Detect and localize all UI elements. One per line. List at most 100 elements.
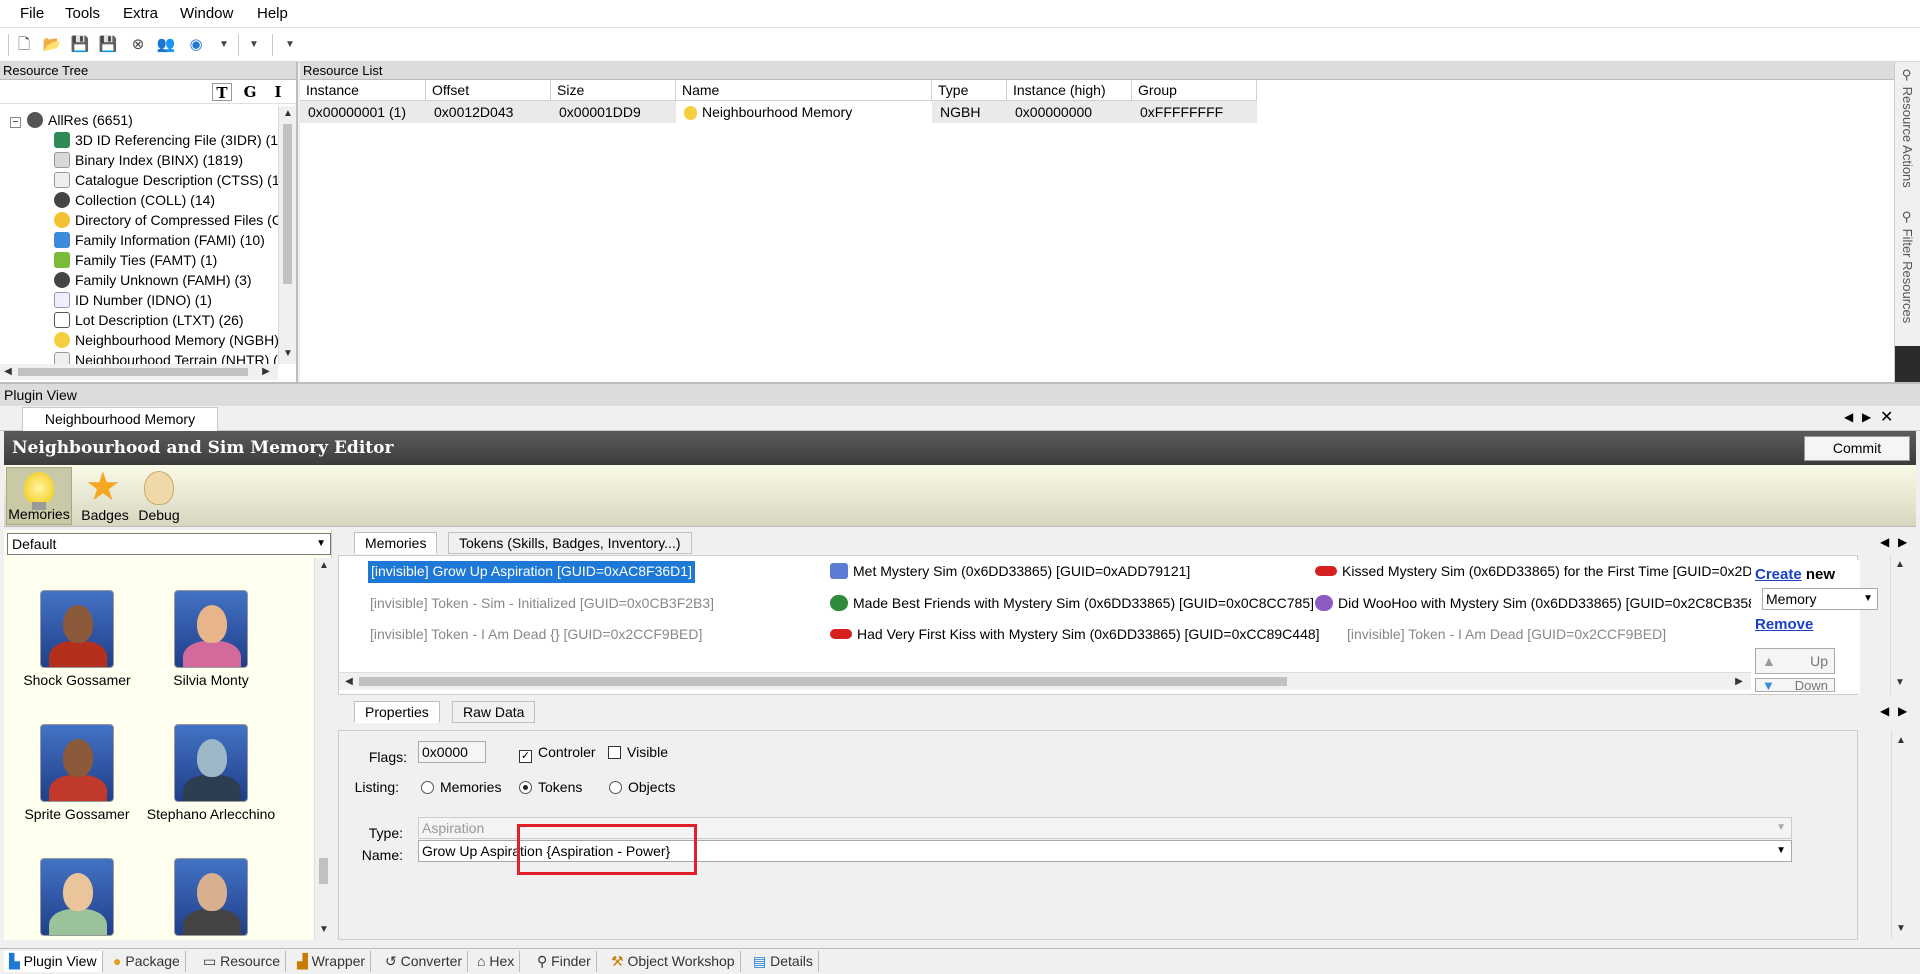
memory-item[interactable]: Kissed Mystery Sim (0x6DD33865) for the … bbox=[1315, 561, 1751, 583]
memory-item[interactable]: [invisible] Token - I Am Dead {} [GUID=0… bbox=[370, 624, 702, 646]
scroll-up-icon[interactable]: ▲ bbox=[1893, 733, 1909, 749]
bottom-tab-finder[interactable]: ⚲ Finder bbox=[532, 951, 597, 972]
tree-item[interactable]: Family Ties (FAMT) (1) bbox=[54, 250, 217, 270]
memory-item[interactable]: [invisible] Grow Up Aspiration [GUID=0xA… bbox=[368, 561, 695, 583]
collapse-icon[interactable]: − bbox=[10, 117, 21, 128]
sim-card[interactable]: Shock Gossamer bbox=[12, 590, 142, 688]
memory-item[interactable]: [invisible] Token - I Am Dead [GUID=0x2C… bbox=[1347, 624, 1666, 646]
scroll-down-icon[interactable]: ▼ bbox=[1892, 675, 1908, 691]
tree-item[interactable]: Family Information (FAMI) (10) bbox=[54, 230, 265, 250]
tree-vertical-scrollbar[interactable]: ▲ ▼ bbox=[278, 106, 296, 364]
memory-vertical-scrollbar[interactable]: ▲ ▼ bbox=[1890, 555, 1908, 695]
up-button[interactable]: ▲ Up bbox=[1755, 648, 1835, 674]
tab-raw-data[interactable]: Raw Data bbox=[452, 701, 536, 723]
tab-properties[interactable]: Properties bbox=[354, 701, 440, 723]
memory-item[interactable]: Made Best Friends with Mystery Sim (0x6D… bbox=[830, 593, 1314, 615]
close-icon[interactable]: ⊗ bbox=[128, 35, 148, 55]
scroll-thumb[interactable] bbox=[18, 368, 248, 376]
commit-button[interactable]: Commit bbox=[1804, 436, 1910, 461]
save-icon[interactable]: 💾 bbox=[70, 35, 90, 55]
scroll-down-icon[interactable]: ▼ bbox=[316, 922, 332, 938]
memory-item[interactable]: Had Very First Kiss with Mystery Sim (0x… bbox=[830, 624, 1320, 646]
tab-prev-icon[interactable]: ◀ bbox=[1844, 410, 1853, 424]
menu-window[interactable]: Window bbox=[180, 5, 233, 22]
radio-objects[interactable]: Objects bbox=[609, 779, 675, 795]
tree-item[interactable]: Directory of Compressed Files (C bbox=[54, 210, 280, 230]
table-row[interactable]: 0x00000001 (1) 0x0012D043 0x00001DD9 Nei… bbox=[300, 101, 1257, 123]
memory-item[interactable]: Met Mystery Sim (0x6DD33865) [GUID=0xADD… bbox=[830, 561, 1190, 583]
flags-field[interactable]: 0x0000 bbox=[418, 741, 486, 763]
sim-card[interactable] bbox=[146, 858, 276, 940]
tree-item[interactable]: Family Unknown (FAMH) (3) bbox=[54, 270, 252, 290]
side-tab-resource-actions[interactable]: ⚲ Resource Actions bbox=[1900, 68, 1915, 188]
open-folder-icon[interactable]: 📂 bbox=[42, 35, 62, 55]
save-as-icon[interactable]: 💾 bbox=[98, 35, 118, 55]
tab-prev-icon[interactable]: ◀ bbox=[1880, 704, 1889, 718]
tree-horizontal-scrollbar[interactable]: ◀ ▶ bbox=[0, 364, 278, 380]
tree-item[interactable]: Collection (COLL) (14) bbox=[54, 190, 215, 210]
bottom-tab-details[interactable]: ▤ Details bbox=[748, 951, 819, 972]
debug-button[interactable]: Debug bbox=[126, 467, 192, 525]
sim-card[interactable] bbox=[12, 858, 142, 940]
scroll-thumb[interactable] bbox=[319, 858, 328, 884]
bottom-tab-package[interactable]: ● Package bbox=[108, 951, 186, 972]
scroll-left-icon[interactable]: ◀ bbox=[341, 674, 357, 690]
chevron-down-icon[interactable]: ▼ bbox=[244, 35, 264, 55]
remove-link[interactable]: Remove bbox=[1755, 616, 1813, 633]
close-tab-icon[interactable]: ✕ bbox=[1880, 407, 1893, 427]
column-header-type[interactable]: Type bbox=[932, 80, 1007, 100]
filter-type-button[interactable]: T bbox=[212, 83, 232, 102]
sim-card[interactable]: Silvia Monty bbox=[146, 590, 276, 688]
filter-group-button[interactable]: G bbox=[240, 83, 260, 101]
down-button[interactable]: ▼ Down bbox=[1755, 678, 1835, 692]
menu-tools[interactable]: Tools bbox=[65, 5, 100, 22]
memory-horizontal-scrollbar[interactable]: ◀ ▶ bbox=[339, 672, 1751, 690]
sim-card[interactable]: Stephano Arlecchino bbox=[146, 724, 276, 822]
globe-icon[interactable]: ◉ bbox=[186, 35, 206, 55]
scroll-left-icon[interactable]: ◀ bbox=[0, 364, 16, 380]
tree-item[interactable]: ID Number (IDNO) (1) bbox=[54, 290, 212, 310]
tree-item[interactable]: Neighbourhood Memory (NGBH) ( bbox=[54, 330, 280, 350]
chevron-down-icon[interactable]: ▼ bbox=[214, 35, 234, 55]
scroll-up-icon[interactable]: ▲ bbox=[316, 558, 332, 574]
tree-item[interactable]: Binary Index (BINX) (1819) bbox=[54, 150, 243, 170]
tree-item[interactable]: Lot Description (LTXT) (26) bbox=[54, 310, 244, 330]
scroll-thumb[interactable] bbox=[283, 124, 292, 284]
tab-next-icon[interactable]: ▶ bbox=[1862, 410, 1871, 424]
tab-next-icon[interactable]: ▶ bbox=[1898, 704, 1907, 718]
visible-checkbox[interactable]: Visible bbox=[608, 744, 668, 760]
sim-card[interactable]: Sprite Gossamer bbox=[12, 724, 142, 822]
column-header-size[interactable]: Size bbox=[551, 80, 676, 100]
bottom-tab-converter[interactable]: ↺ Converter bbox=[380, 951, 469, 972]
scroll-right-icon[interactable]: ▶ bbox=[258, 364, 274, 380]
scroll-up-icon[interactable]: ▲ bbox=[280, 106, 296, 122]
memories-button[interactable]: Memories bbox=[6, 467, 72, 525]
tab-prev-icon[interactable]: ◀ bbox=[1880, 535, 1889, 549]
tree-root[interactable]: − AllRes (6651) bbox=[10, 110, 133, 130]
column-header-offset[interactable]: Offset bbox=[426, 80, 551, 100]
tab-tokens[interactable]: Tokens (Skills, Badges, Inventory...) bbox=[448, 532, 692, 554]
scroll-down-icon[interactable]: ▼ bbox=[280, 346, 296, 362]
column-header-instance-high[interactable]: Instance (high) bbox=[1007, 80, 1132, 100]
radio-tokens[interactable]: Tokens bbox=[519, 779, 582, 795]
tab-memories[interactable]: Memories bbox=[354, 532, 438, 554]
bottom-tab-hex[interactable]: ⌂ Hex bbox=[472, 951, 521, 972]
properties-scrollbar[interactable]: ▲ ▼ bbox=[1891, 731, 1909, 939]
users-icon[interactable]: 👥 bbox=[156, 35, 176, 55]
side-tab-filter-resources[interactable]: ⚲ Filter Resources bbox=[1900, 210, 1915, 323]
scroll-up-icon[interactable]: ▲ bbox=[1892, 557, 1908, 573]
menu-file[interactable]: File bbox=[20, 5, 44, 22]
memory-type-select[interactable]: Memory ▼ bbox=[1762, 588, 1878, 610]
scroll-down-icon[interactable]: ▼ bbox=[1893, 921, 1909, 937]
radio-memories[interactable]: Memories bbox=[421, 779, 501, 795]
sim-filter-select[interactable]: Default ▼ bbox=[7, 533, 331, 555]
column-header-instance[interactable]: Instance bbox=[300, 80, 426, 100]
tree-item[interactable]: Neighbourhood Terrain (NHTR) ( bbox=[54, 350, 278, 364]
memory-item[interactable]: Did WooHoo with Mystery Sim (0x6DD33865)… bbox=[1315, 593, 1751, 615]
menu-extra[interactable]: Extra bbox=[123, 5, 158, 22]
tree-item[interactable]: 3D ID Referencing File (3IDR) (18 bbox=[54, 130, 280, 150]
scroll-right-icon[interactable]: ▶ bbox=[1731, 674, 1747, 690]
tab-next-icon[interactable]: ▶ bbox=[1898, 535, 1907, 549]
create-link[interactable]: Create bbox=[1755, 566, 1802, 583]
new-file-icon[interactable]: 🗋 bbox=[14, 35, 34, 55]
